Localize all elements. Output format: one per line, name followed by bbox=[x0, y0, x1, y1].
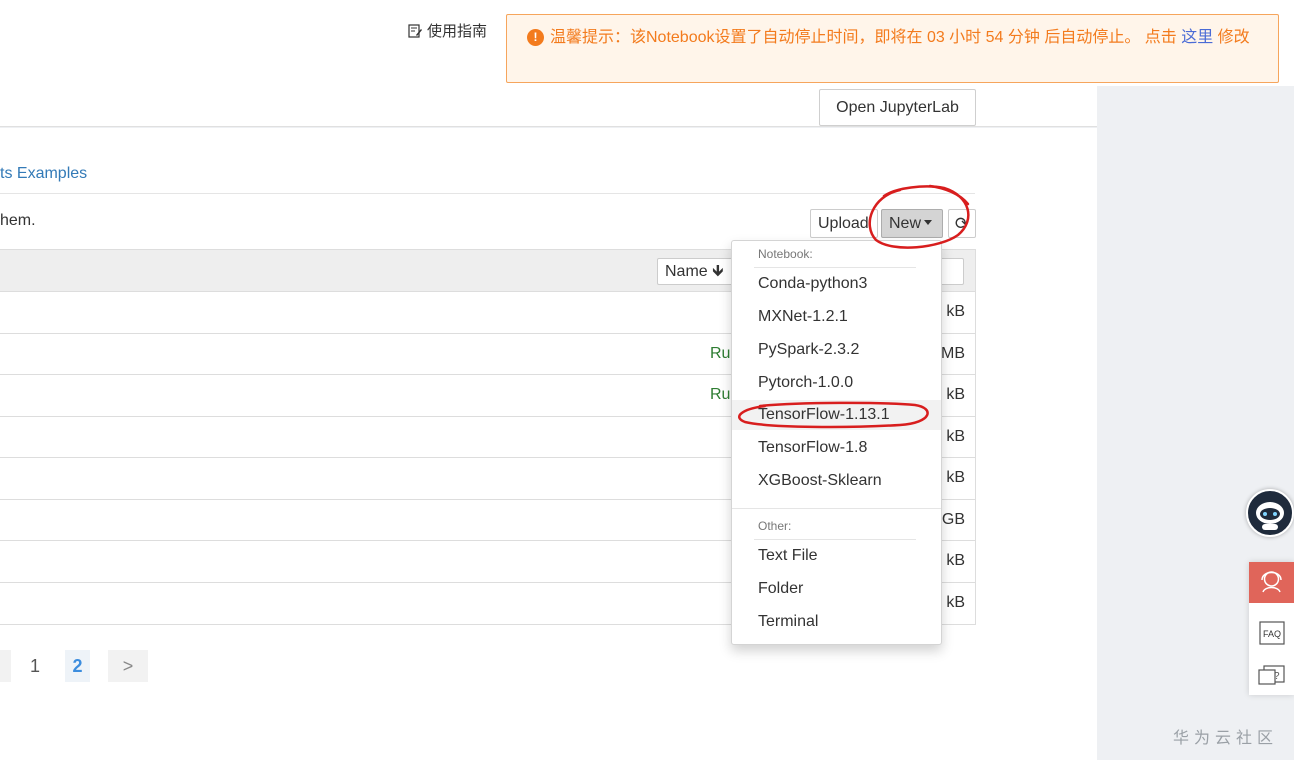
new-button[interactable]: New bbox=[881, 209, 943, 238]
instruction-text: hem. bbox=[0, 212, 36, 229]
prev-page-button[interactable] bbox=[0, 650, 11, 682]
svg-text:FAQ: FAQ bbox=[1263, 629, 1281, 639]
warning-text: 温馨提示：该Notebook设置了自动停止时间，即将在 03 小时 54 分钟 … bbox=[550, 29, 1182, 46]
support-agent-icon bbox=[1261, 571, 1282, 593]
ticket-button[interactable]: ? bbox=[1249, 658, 1294, 695]
row-status: Ru bbox=[710, 344, 731, 362]
faq-button[interactable]: FAQ bbox=[1249, 614, 1294, 654]
row-size: kB bbox=[946, 427, 965, 445]
row-size: GB bbox=[941, 510, 965, 528]
auto-stop-warning: ! 温馨提示：该Notebook设置了自动停止时间，即将在 03 小时 54 分钟… bbox=[506, 14, 1279, 83]
new-dropdown-menu: Notebook: Conda-python3 MXNet-1.2.1 PySp… bbox=[731, 240, 942, 645]
edit-doc-icon bbox=[408, 23, 422, 38]
refresh-icon: ⟳ bbox=[954, 214, 970, 233]
row-size: kB bbox=[946, 552, 965, 569]
question-chat-icon: ? bbox=[1258, 665, 1285, 685]
circle-new-tail bbox=[928, 184, 970, 206]
row-size: MB bbox=[941, 344, 965, 362]
open-jupyterlab-button[interactable]: Open JupyterLab bbox=[819, 89, 976, 126]
other-section-header: Other: bbox=[758, 519, 792, 533]
section-separator bbox=[754, 267, 916, 268]
row-size: kB bbox=[946, 469, 965, 486]
menu-item-text-file[interactable]: Text File bbox=[732, 541, 941, 571]
row-size: kB bbox=[946, 386, 965, 403]
next-page-button[interactable]: > bbox=[108, 650, 148, 682]
menu-item-xgboost-sklearn[interactable]: XGBoost-Sklearn bbox=[732, 466, 941, 496]
usage-guide-link[interactable]: 使用指南 bbox=[408, 20, 487, 41]
row-size: kB bbox=[946, 303, 965, 320]
menu-item-pytorch[interactable]: Pytorch-1.0.0 bbox=[732, 368, 941, 398]
divider bbox=[0, 193, 975, 194]
usage-guide-label: 使用指南 bbox=[427, 23, 488, 40]
arrow-down-icon: 🡻 bbox=[712, 263, 724, 280]
menu-item-folder[interactable]: Folder bbox=[732, 574, 941, 604]
warning-modify-link[interactable]: 这里 bbox=[1181, 29, 1213, 46]
menu-item-tensorflow-1-8[interactable]: TensorFlow-1.8 bbox=[732, 433, 941, 463]
support-sidebar: FAQ ? bbox=[1249, 562, 1294, 695]
page-2-button[interactable]: 2 bbox=[65, 650, 90, 682]
menu-divider bbox=[732, 508, 941, 509]
notebook-section-header: Notebook: bbox=[758, 247, 813, 261]
section-separator bbox=[754, 539, 916, 540]
row-size: kB bbox=[946, 593, 965, 611]
upload-button[interactable]: Upload bbox=[810, 209, 878, 238]
menu-item-conda-python3[interactable]: Conda-python3 bbox=[732, 269, 941, 299]
page-1-button[interactable]: 1 bbox=[30, 656, 40, 677]
top-bar: 使用指南 ! 温馨提示：该Notebook设置了自动停止时间，即将在 03 小时 … bbox=[0, 0, 1294, 86]
exclamation-icon: ! bbox=[527, 29, 544, 46]
robot-icon bbox=[1249, 492, 1291, 534]
faq-icon: FAQ bbox=[1259, 621, 1285, 645]
new-button-label: New bbox=[889, 215, 922, 232]
warning-text-end: 修改 bbox=[1213, 29, 1250, 46]
row-status: Ru bbox=[710, 386, 731, 403]
brand-watermark: 华为云社区 bbox=[1173, 728, 1279, 747]
sort-by-name-button[interactable]: Name 🡻 bbox=[657, 258, 735, 285]
sort-name-label: Name bbox=[665, 263, 708, 280]
menu-item-terminal[interactable]: Terminal bbox=[732, 607, 941, 637]
help-button[interactable] bbox=[1249, 562, 1294, 603]
svg-text:?: ? bbox=[1274, 671, 1280, 682]
caret-down-icon bbox=[924, 220, 933, 225]
refresh-button[interactable]: ⟳ bbox=[948, 209, 976, 238]
menu-item-mxnet[interactable]: MXNet-1.2.1 bbox=[732, 302, 941, 332]
assistant-robot-button[interactable] bbox=[1246, 489, 1294, 537]
tab-examples[interactable]: ts Examples bbox=[0, 165, 87, 183]
menu-item-pyspark[interactable]: PySpark-2.3.2 bbox=[732, 335, 941, 365]
menu-item-tensorflow-1-13-1[interactable]: TensorFlow-1.13.1 bbox=[732, 400, 941, 430]
